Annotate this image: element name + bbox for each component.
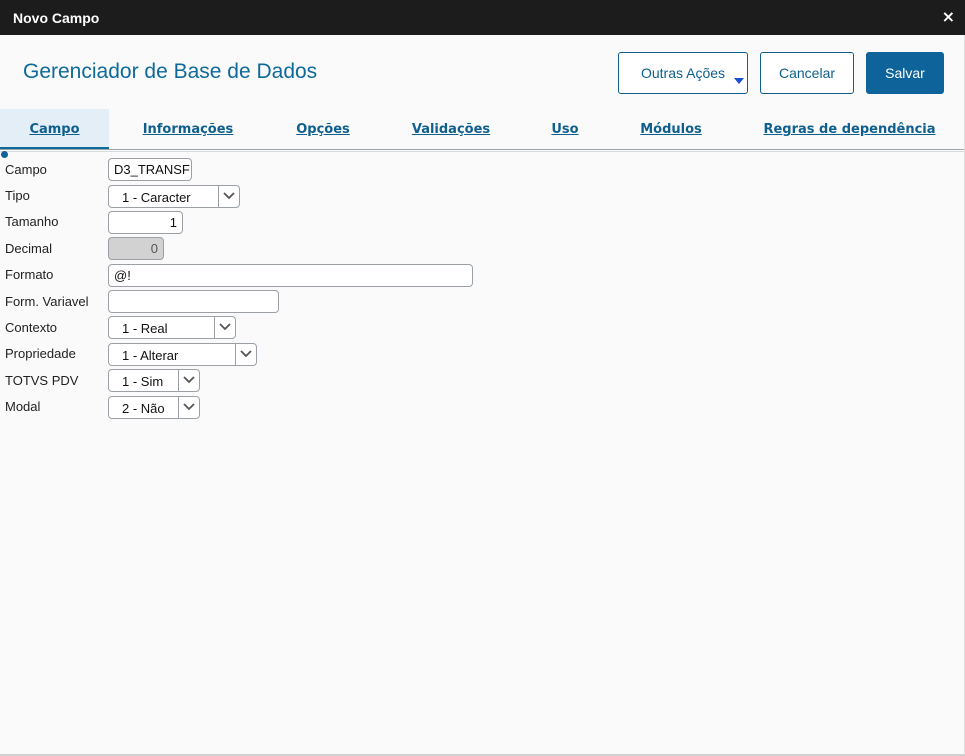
tipo-select[interactable]: 1 - Caracter [108,185,240,208]
contexto-select[interactable]: 1 - Real [108,316,236,339]
chevron-down-icon[interactable] [178,397,199,418]
caret-down-icon [734,78,744,84]
tab-uso[interactable]: Uso [540,109,590,149]
chevron-down-icon[interactable] [235,344,256,365]
campo-label: Campo [5,162,47,177]
tab-campo[interactable]: Campo [0,109,109,149]
propriedade-value: 1 - Alterar [122,348,179,363]
propriedade-label: Propriedade [5,346,76,361]
chevron-down-icon[interactable] [218,186,239,207]
tab-informacoes[interactable]: Informações [128,109,248,149]
chevron-down-icon[interactable] [178,370,199,391]
decimal-input: 0 [108,237,164,260]
tamanho-input[interactable]: 1 [108,211,183,234]
close-icon[interactable]: × [942,8,955,26]
outras-acoes-button[interactable]: Outras Ações [618,52,748,94]
page-title: Gerenciador de Base de Dados [23,60,318,83]
modal-value: 2 - Não [122,401,165,416]
chevron-down-icon[interactable] [214,317,235,338]
tab-regras-de-dependencia[interactable]: Regras de dependência [752,109,947,149]
save-button[interactable]: Salvar [866,52,944,94]
totvs-pdv-select[interactable]: 1 - Sim [108,369,200,392]
tab-divider [0,149,965,150]
tab-bar: Campo Informações Opções Validações Uso … [0,109,965,151]
tab-divider-shadow [0,151,965,152]
tab-modulos[interactable]: Módulos [626,109,716,149]
window-titlebar: Novo Campo × [0,0,965,35]
decimal-label: Decimal [5,241,52,256]
tab-validacoes[interactable]: Validações [400,109,502,149]
modal-label: Modal [5,399,41,414]
focus-dot-icon [1,151,8,158]
tipo-label: Tipo [5,188,30,203]
formato-label: Formato [5,267,54,282]
tab-opcoes[interactable]: Opções [283,109,363,149]
tamanho-label: Tamanho [5,214,59,229]
outras-acoes-label: Outras Ações [640,65,726,81]
contexto-label: Contexto [5,320,58,335]
contexto-value: 1 - Real [122,321,168,336]
form-variavel-input[interactable] [108,290,279,313]
totvs-pdv-value: 1 - Sim [122,374,164,389]
window-title: Novo Campo [13,10,100,26]
modal-select[interactable]: 2 - Não [108,396,200,419]
propriedade-select[interactable]: 1 - Alterar [108,343,257,366]
form-variavel-label: Form. Variavel [5,294,89,309]
formato-input[interactable]: @! [108,264,473,287]
totvs-pdv-label: TOTVS PDV [5,373,79,388]
tipo-value: 1 - Caracter [122,190,191,205]
cancel-button[interactable]: Cancelar [760,52,854,94]
campo-input[interactable]: D3_TRANSF [108,158,192,181]
